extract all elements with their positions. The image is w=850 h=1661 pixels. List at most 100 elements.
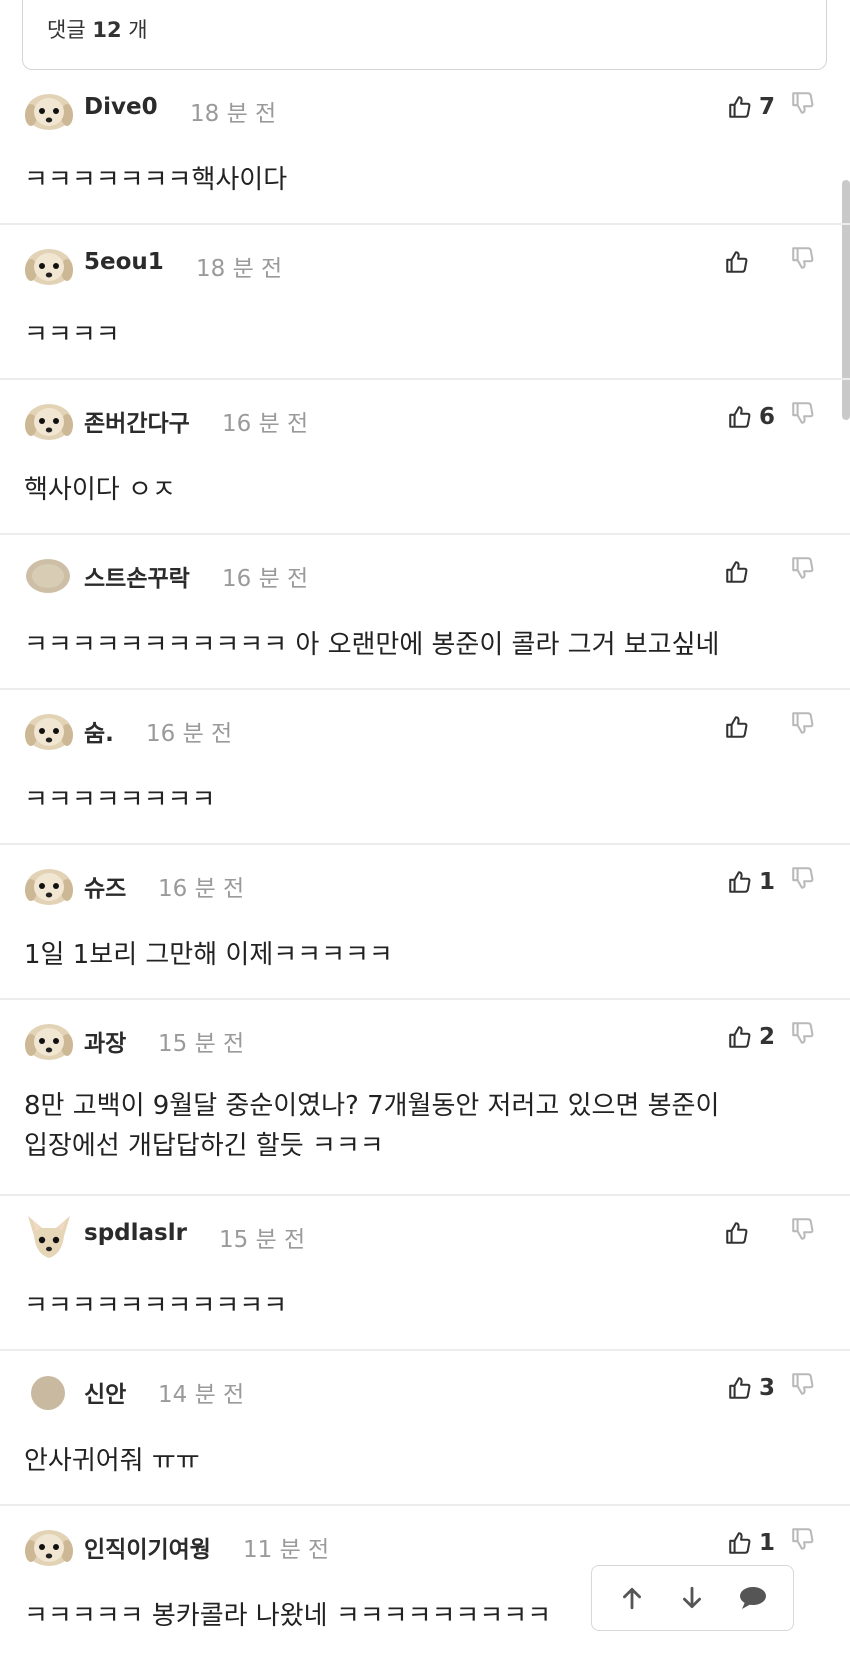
thumbs-up-icon	[726, 251, 748, 273]
avatar[interactable]	[24, 1018, 76, 1062]
like-button[interactable]: 3	[727, 1371, 775, 1405]
comment-body: ㅋㅋㅋㅋ	[24, 315, 120, 355]
comment-item: 존버간다구 16 분 전 6 핵사이다 ㅇㅈ	[0, 380, 850, 535]
comment-item: 숨. 16 분 전 ㅋㅋㅋㅋㅋㅋㅋㅋ	[0, 690, 850, 845]
like-count: 6	[758, 404, 775, 430]
comment-count-header: 댓글 12 개	[22, 0, 827, 70]
thumbs-up-icon	[726, 716, 748, 738]
dislike-button[interactable]	[790, 1020, 824, 1054]
thumbs-down-icon	[792, 247, 814, 269]
like-button[interactable]	[724, 245, 750, 279]
dislike-button[interactable]	[790, 555, 824, 589]
comment-timestamp: 16 분 전	[222, 411, 309, 437]
like-count: 1	[758, 869, 775, 895]
like-button[interactable]	[724, 1216, 750, 1250]
comment-timestamp: 11 분 전	[243, 1537, 330, 1563]
like-button[interactable]: 1	[727, 865, 775, 899]
avatar[interactable]	[24, 243, 76, 287]
comment-timestamp: 16 분 전	[222, 566, 309, 592]
dislike-button[interactable]	[790, 245, 824, 279]
avatar[interactable]	[24, 708, 76, 752]
comment-author[interactable]: 존버간다구	[84, 404, 190, 438]
comment-author[interactable]: 스트손꾸락	[84, 559, 190, 593]
scroll-up-button[interactable]	[614, 1580, 650, 1616]
thumbs-up-icon	[729, 1532, 751, 1554]
like-button[interactable]	[724, 555, 750, 589]
like-button[interactable]: 1	[727, 1526, 775, 1560]
comment-item: 스트손꾸락 16 분 전 ㅋㅋㅋㅋㅋㅋㅋㅋㅋㅋㅋ 아 오랜만에 봉준이 콜라 그거 …	[0, 535, 850, 690]
comment-item: 슈즈 16 분 전 1 1일 1보리 그만해 이제ㅋㅋㅋㅋㅋ	[0, 845, 850, 1000]
avatar[interactable]	[24, 1214, 76, 1258]
comment-button[interactable]	[735, 1580, 771, 1616]
dislike-button[interactable]	[790, 400, 824, 434]
thumbs-down-icon	[792, 1022, 814, 1044]
thumbs-down-icon	[792, 1218, 814, 1240]
comment-author[interactable]: 5eou1	[84, 249, 164, 275]
avatar[interactable]	[24, 863, 76, 907]
comment-body-line: ㅋㅋㅋㅋㅋㅋㅋ핵사이다	[24, 165, 288, 195]
avatar[interactable]	[24, 398, 76, 442]
like-button[interactable]: 2	[727, 1020, 775, 1054]
arrow-up-icon	[623, 1587, 642, 1610]
comment-count: 12	[92, 18, 122, 42]
comment-body-line: ㅋㅋㅋㅋㅋㅋㅋㅋㅋㅋㅋ 아 오랜만에 봉준이 콜라 그거 보고싶네	[24, 630, 720, 660]
thumbs-up-icon	[726, 1222, 748, 1244]
thumbs-down-icon	[792, 1373, 814, 1395]
dislike-button[interactable]	[790, 865, 824, 899]
comment-timestamp: 18 분 전	[190, 101, 277, 127]
comment-body: 핵사이다 ㅇㅈ	[24, 470, 176, 510]
arrow-down-icon	[683, 1586, 702, 1609]
comment-timestamp: 16 분 전	[146, 721, 233, 747]
comment-author[interactable]: Dive0	[84, 94, 158, 120]
comment-author[interactable]: 신안	[84, 1375, 126, 1409]
avatar[interactable]	[24, 1524, 76, 1568]
like-count: 2	[758, 1024, 775, 1050]
like-count: 3	[758, 1375, 775, 1401]
thumbs-down-icon	[792, 402, 814, 424]
dislike-button[interactable]	[790, 710, 824, 744]
comment-body-line: ㅋㅋㅋㅋ	[24, 320, 120, 350]
thumbs-down-icon	[792, 92, 814, 114]
comment-body: ㅋㅋㅋㅋㅋㅋㅋㅋ	[24, 780, 215, 820]
comment-timestamp: 16 분 전	[158, 876, 245, 902]
comment-body: 안사귀어줘 ㅠㅠ	[24, 1441, 200, 1481]
speech-bubble-icon	[739, 1587, 766, 1609]
thumbs-up-icon	[729, 406, 751, 428]
like-count: 1	[758, 1530, 775, 1556]
thumbs-up-icon	[729, 871, 751, 893]
avatar[interactable]	[24, 553, 76, 597]
comment-body-line: 8만 고백이 9월달 중순이였나? 7개월동안 저러고 있으면 봉준이	[24, 1091, 720, 1121]
comment-timestamp: 15 분 전	[158, 1031, 245, 1057]
like-count: 7	[758, 94, 775, 120]
comment-body-line: 1일 1보리 그만해 이제ㅋㅋㅋㅋㅋ	[24, 940, 393, 970]
comment-body: ㅋㅋㅋㅋㅋㅋㅋㅋㅋㅋㅋ 아 오랜만에 봉준이 콜라 그거 보고싶네	[24, 625, 719, 665]
thumbs-down-icon	[792, 712, 814, 734]
thumbs-down-icon	[792, 867, 814, 889]
dislike-button[interactable]	[790, 1216, 824, 1250]
avatar[interactable]	[24, 1369, 76, 1413]
thumbs-down-icon	[792, 1528, 814, 1550]
like-button[interactable]	[724, 710, 750, 744]
comment-author[interactable]: spdlaslr	[84, 1220, 187, 1246]
scroll-down-button[interactable]	[674, 1580, 710, 1616]
comment-body-line: 안사귀어줘 ㅠㅠ	[24, 1446, 200, 1476]
comment-body: ㅋㅋㅋㅋㅋㅋㅋㅋㅋㅋㅋ	[24, 1286, 287, 1326]
thumbs-up-icon	[729, 1377, 751, 1399]
comment-author[interactable]: 슈즈	[84, 869, 126, 903]
comment-unit: 개	[128, 18, 148, 42]
comment-body-line: ㅋㅋㅋㅋㅋㅋㅋㅋ	[24, 785, 216, 815]
comment-body: 8만 고백이 9월달 중순이였나? 7개월동안 저러고 있으면 봉준이입장에선 …	[24, 1086, 719, 1166]
like-button[interactable]: 7	[727, 90, 775, 124]
dislike-button[interactable]	[790, 90, 824, 124]
comment-author[interactable]: 숨.	[84, 714, 114, 748]
comment-author[interactable]: 인직이기여웡	[84, 1530, 211, 1564]
dislike-button[interactable]	[790, 1526, 824, 1560]
comment-item: spdlaslr 15 분 전 ㅋㅋㅋㅋㅋㅋㅋㅋㅋㅋㅋ	[0, 1196, 850, 1351]
comment-author[interactable]: 과장	[84, 1024, 126, 1058]
like-button[interactable]: 6	[727, 400, 775, 434]
dislike-button[interactable]	[790, 1371, 824, 1405]
avatar[interactable]	[24, 88, 76, 132]
comment-body-line: 핵사이다 ㅇㅈ	[24, 475, 176, 505]
comment-body: ㅋㅋㅋㅋㅋ 봉카콜라 나왔네 ㅋㅋㅋㅋㅋㅋㅋㅋㅋ	[24, 1596, 551, 1636]
comment-body-line: 입장에선 개답답하긴 할듯 ㅋㅋㅋ	[24, 1131, 384, 1161]
